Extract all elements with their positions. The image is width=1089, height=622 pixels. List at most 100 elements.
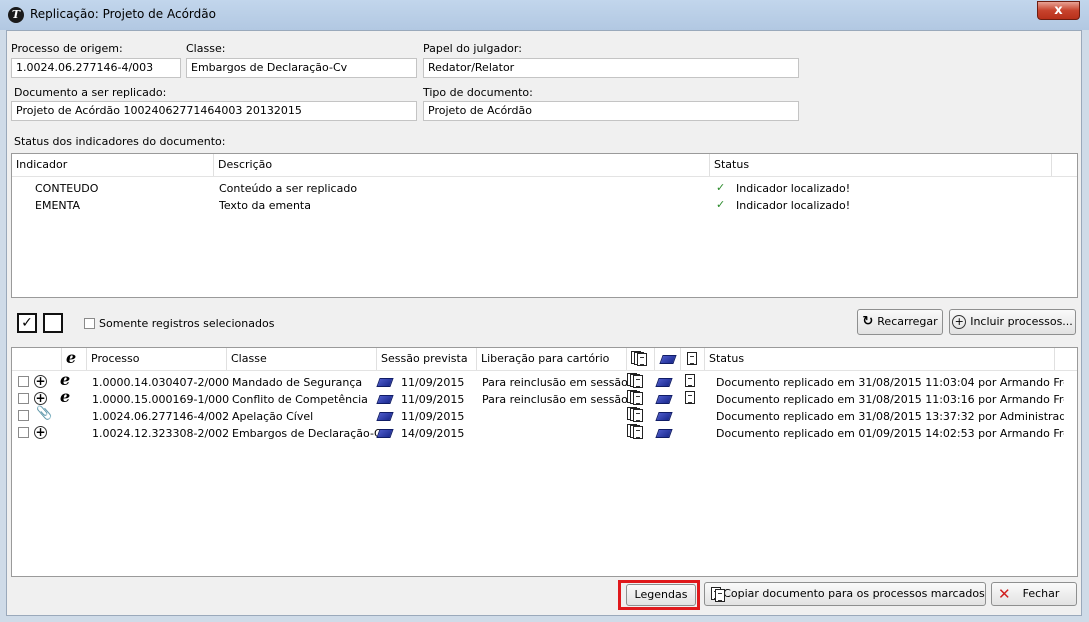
processo-classe: Mandado de Segurança [232, 376, 363, 389]
processo-origem-label: Processo de origem: [11, 42, 123, 55]
uncheck-all-button[interactable] [43, 313, 63, 333]
classe-label: Classe: [186, 42, 226, 55]
row-checkbox[interactable] [18, 427, 29, 438]
multiple-documents-icon [631, 351, 647, 366]
multiple-documents-icon[interactable] [627, 390, 643, 405]
check-icon: ✓ [716, 198, 726, 211]
add-circle-icon[interactable]: + [34, 392, 47, 405]
add-circle-icon: + [952, 315, 967, 329]
book-icon[interactable] [655, 395, 673, 404]
sessao-date: 11/09/2015 [401, 410, 465, 423]
e-process-icon: e [60, 387, 71, 406]
dialog-body: Processo de origem: 1.0024.06.277146-4/0… [6, 30, 1082, 616]
processes-col-e[interactable]: e [62, 348, 87, 370]
processes-col-book[interactable] [655, 348, 681, 370]
papel-julgador-field[interactable]: Redator/Relator [423, 58, 799, 78]
check-icon: ✓ [716, 181, 726, 194]
indicators-col-descricao[interactable]: Descrição [214, 154, 710, 176]
indicators-grid[interactable]: Indicador Descrição Status CONTEUDO Cont… [11, 153, 1078, 298]
liberacao-text: Para reinclusão em sessão [482, 376, 628, 389]
processo-classe: Embargos de Declaração-Cv [232, 427, 389, 440]
book-icon[interactable] [655, 429, 673, 438]
multiple-documents-icon[interactable] [627, 407, 643, 422]
processes-col-doc[interactable] [681, 348, 705, 370]
recarregar-label: Recarregar [877, 315, 938, 328]
sessao-date: 11/09/2015 [401, 393, 465, 406]
indicators-col-indicador[interactable]: Indicador [12, 154, 214, 176]
multiple-documents-icon[interactable] [627, 424, 643, 439]
processo-number: 1.0024.06.277146-4/002 [92, 410, 230, 423]
book-icon[interactable] [376, 395, 394, 404]
liberacao-text: Para reinclusão em sessão [482, 393, 628, 406]
processo-origem-field[interactable]: 1.0024.06.277146-4/003 [11, 58, 181, 78]
indicator-description: Texto da ementa [219, 199, 311, 212]
document-icon [687, 352, 697, 365]
documento-label: Documento a ser replicado: [14, 86, 167, 99]
paperclip-icon: 📎 [36, 406, 53, 421]
row-checkbox[interactable] [18, 393, 29, 404]
indicator-name: EMENTA [35, 199, 81, 212]
processes-col-sessao[interactable]: Sessão prevista [377, 348, 477, 370]
e-process-icon: e [66, 348, 77, 367]
window-title: Replicação: Projeto de Acórdão [30, 7, 216, 21]
close-window-button[interactable]: x [1037, 1, 1080, 20]
processes-grid[interactable]: e Processo Classe Sessão prevista Libera… [11, 347, 1078, 577]
tipo-documento-label: Tipo de documento: [423, 86, 533, 99]
fechar-button[interactable]: ✕ Fechar [991, 582, 1077, 606]
e-process-icon: e [60, 370, 71, 389]
processo-classe: Apelação Cível [232, 410, 314, 423]
fechar-label: Fechar [1022, 587, 1060, 600]
highlight-box [618, 580, 700, 610]
add-circle-icon[interactable]: + [34, 426, 47, 439]
copiar-documento-button[interactable]: Copiar documento para os processos marca… [704, 582, 986, 606]
row-checkbox[interactable] [18, 376, 29, 387]
book-icon[interactable] [655, 412, 673, 421]
book-icon[interactable] [376, 429, 394, 438]
close-x-icon: ✕ [998, 585, 1011, 603]
replication-status: Documento replicado em 01/09/2015 14:02:… [716, 427, 1064, 440]
processes-col-status[interactable]: Status [705, 348, 1055, 370]
processo-number: 1.0000.15.000169-1/000 [92, 393, 230, 406]
sessao-date: 14/09/2015 [401, 427, 465, 440]
add-circle-icon[interactable]: + [34, 375, 47, 388]
indicator-description: Conteúdo a ser replicado [219, 182, 358, 195]
documento-field[interactable]: Projeto de Acórdão 10024062771464003 201… [11, 101, 417, 121]
document-icon[interactable] [685, 374, 695, 387]
replication-status: Documento replicado em 31/08/2015 11:03:… [716, 393, 1064, 406]
indicator-status: Indicador localizado! [736, 199, 851, 212]
processes-col-docs[interactable] [627, 348, 655, 370]
row-checkbox[interactable] [18, 410, 29, 421]
book-icon[interactable] [376, 378, 394, 387]
document-icon[interactable] [685, 391, 695, 404]
processes-col-liberacao[interactable]: Liberação para cartório [477, 348, 627, 370]
classe-field[interactable]: Embargos de Declaração-Cv [186, 58, 417, 78]
processes-col-processo[interactable]: Processo [87, 348, 227, 370]
tipo-documento-field[interactable]: Projeto de Acórdão [423, 101, 799, 121]
sessao-date: 11/09/2015 [401, 376, 465, 389]
copiar-documento-label: Copiar documento para os processos marca… [723, 587, 985, 600]
indicators-section-label: Status dos indicadores do documento: [14, 135, 226, 148]
indicator-name: CONTEUDO [35, 182, 99, 195]
multiple-documents-icon[interactable] [627, 373, 643, 388]
processes-col-classe[interactable]: Classe [227, 348, 377, 370]
somente-selecionados-checkbox[interactable] [84, 318, 95, 329]
app-logo-icon: T [8, 7, 24, 23]
recarregar-button[interactable]: ↻ Recarregar [857, 309, 943, 335]
somente-selecionados-label: Somente registros selecionados [99, 317, 275, 330]
papel-julgador-label: Papel do julgador: [423, 42, 522, 55]
refresh-icon: ↻ [862, 314, 874, 329]
incluir-processos-button[interactable]: + Incluir processos... [949, 309, 1076, 335]
book-icon[interactable] [655, 378, 673, 387]
replication-status: Documento replicado em 31/08/2015 13:37:… [716, 410, 1064, 423]
incluir-processos-label: Incluir processos... [970, 315, 1073, 328]
indicator-status: Indicador localizado! [736, 182, 851, 195]
indicators-col-status[interactable]: Status [710, 154, 1052, 176]
book-icon[interactable] [376, 412, 394, 421]
copy-documents-icon [711, 587, 727, 602]
replication-status: Documento replicado em 31/08/2015 11:03:… [716, 376, 1064, 389]
processo-classe: Conflito de Competência [232, 393, 368, 406]
processo-number: 1.0000.14.030407-2/000 [92, 376, 230, 389]
book-icon [659, 355, 677, 364]
processo-number: 1.0024.12.323308-2/002 [92, 427, 230, 440]
check-all-button[interactable]: ✓ [17, 313, 37, 333]
